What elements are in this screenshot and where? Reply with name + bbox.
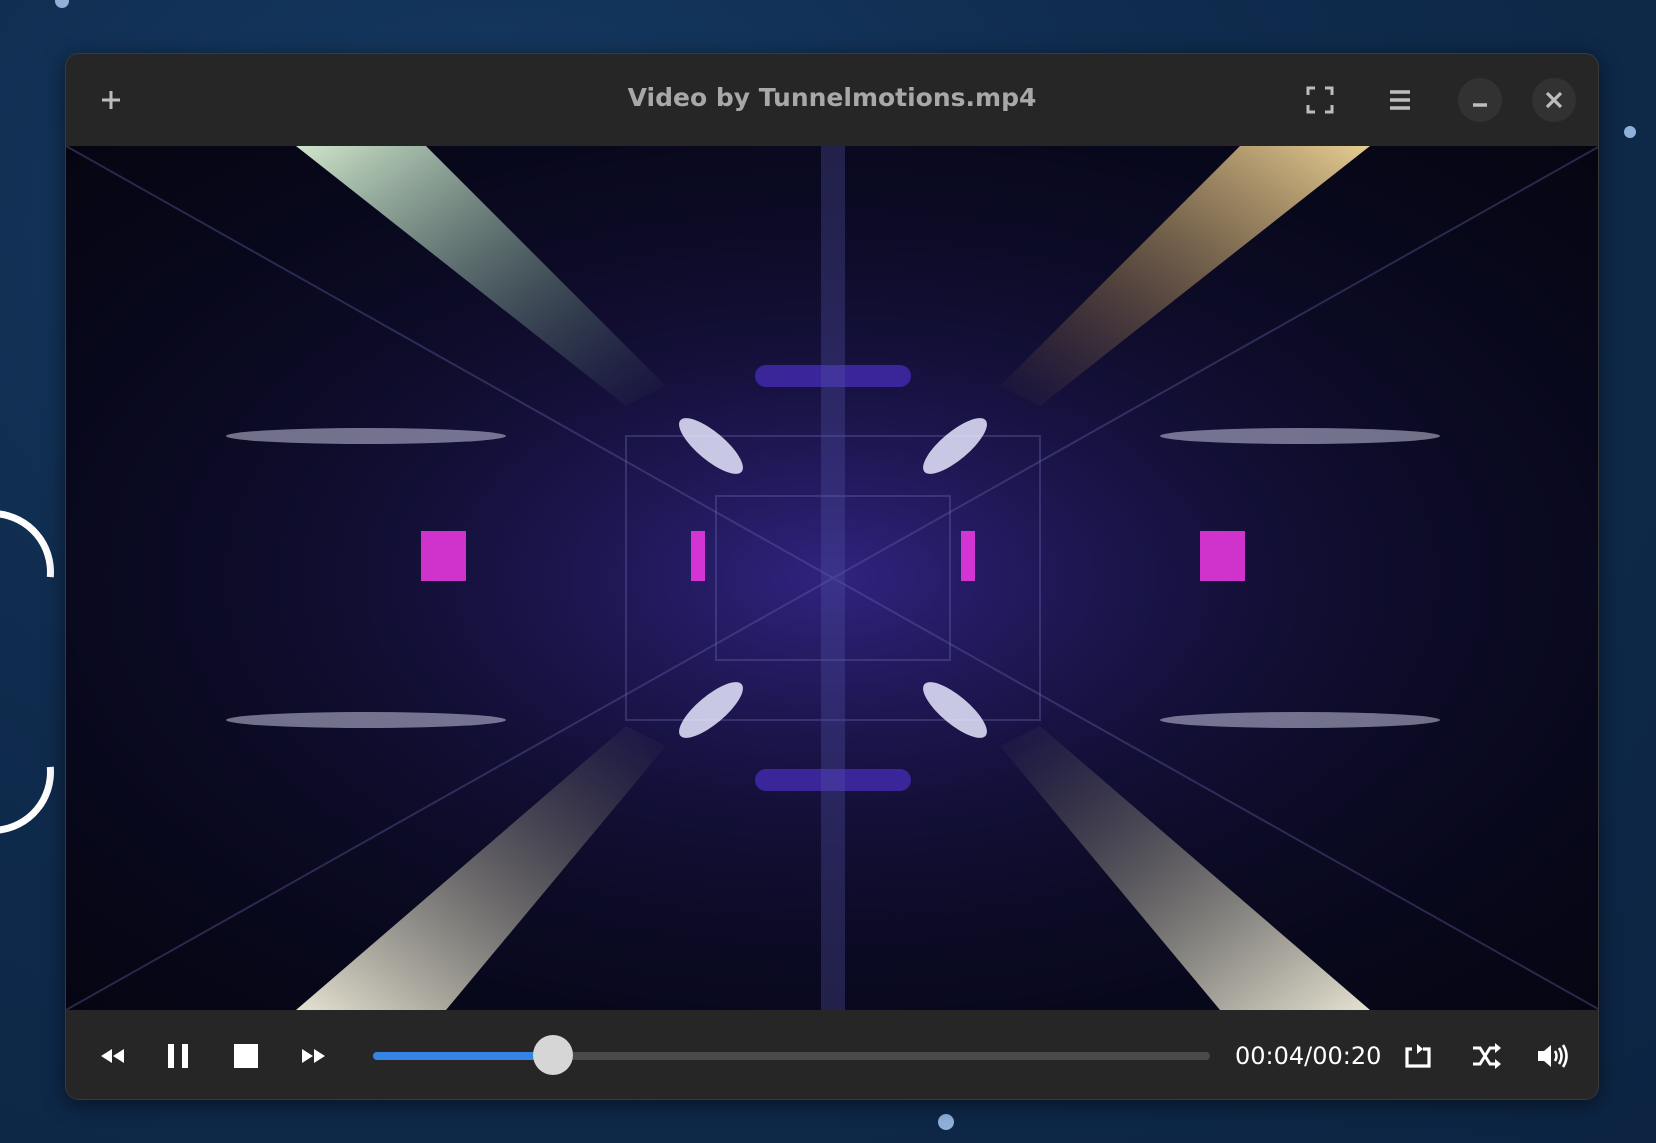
current-time: 00:04 [1235,1042,1305,1070]
pause-button[interactable] [158,1036,198,1076]
fullscreen-button[interactable] [1298,78,1342,122]
hamburger-menu-icon [1390,90,1410,110]
minimize-icon [1473,103,1487,107]
menu-button[interactable] [1378,78,1422,122]
seek-handle[interactable] [532,1035,573,1075]
shuffle-icon [1473,1043,1501,1069]
fast-forward-icon [302,1049,325,1063]
video-player-window: Video by Tunnelmotions.mp4 00:04/00:20 [65,53,1599,1100]
shuffle-button[interactable] [1467,1036,1507,1076]
minimize-button[interactable] [1458,78,1502,122]
repeat-button[interactable] [1398,1036,1438,1076]
volume-button[interactable] [1532,1036,1572,1076]
window-title: Video by Tunnelmotions.mp4 [627,83,1037,112]
header-bar: Video by Tunnelmotions.mp4 [66,54,1598,147]
rewind-button[interactable] [92,1036,132,1076]
playback-controls: 00:04/00:20 [66,1010,1598,1099]
desktop-dot [1624,126,1636,138]
pause-icon [168,1044,188,1068]
time-display: 00:04/00:20 [1235,1038,1381,1074]
stop-button[interactable] [226,1036,266,1076]
stop-icon [234,1044,258,1068]
repeat-icon [1405,1044,1431,1068]
fullscreen-icon [1306,86,1334,114]
add-button[interactable] [89,78,133,122]
close-button[interactable] [1532,78,1576,122]
rewind-icon [101,1049,124,1063]
fast-forward-button[interactable] [294,1036,334,1076]
desktop-dot [55,0,69,8]
volume-icon [1538,1044,1568,1068]
desktop-dot [938,1114,954,1130]
seek-progress [373,1052,553,1060]
duration: 00:20 [1312,1042,1382,1070]
plus-icon [102,91,120,109]
close-icon [1545,91,1563,109]
video-frame[interactable] [66,146,1598,1010]
seek-slider[interactable] [373,1035,1210,1075]
video-content [66,146,1598,1010]
